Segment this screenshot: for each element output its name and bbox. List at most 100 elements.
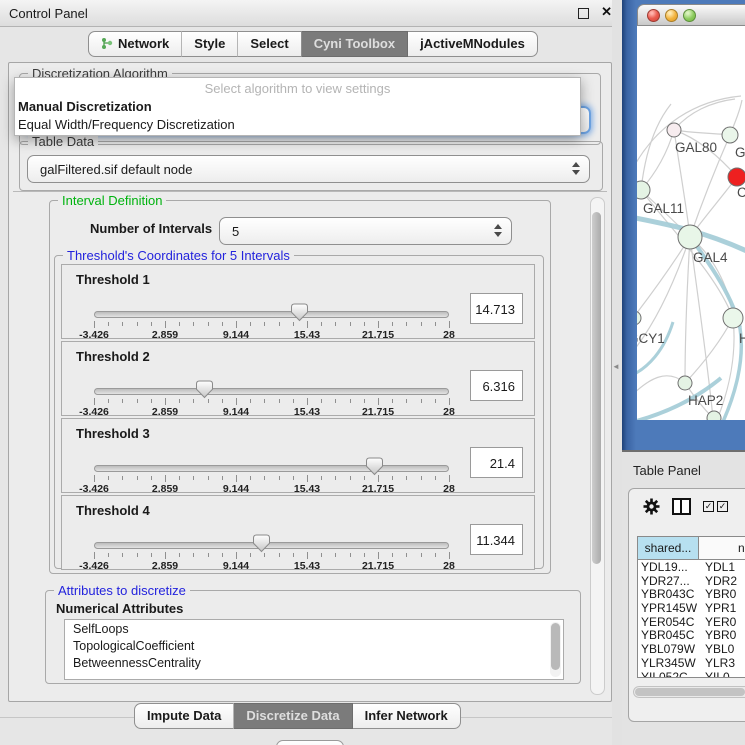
- node-table: shared... na YDL19...YDL1YDR27...YDR2YBR…: [637, 536, 745, 678]
- list-item[interactable]: TopologicalCoefficient: [65, 637, 563, 654]
- tick-label: 15.43: [294, 406, 320, 418]
- threshold-label: Threshold 1: [76, 272, 150, 287]
- table-data-label: Table Data: [28, 134, 98, 149]
- settings-scrollbar-thumb[interactable]: [592, 212, 601, 564]
- split-view-icon[interactable]: [672, 498, 691, 515]
- tick-mark: [250, 553, 251, 557]
- tab-jactivemnodules[interactable]: jActiveMNodules: [408, 31, 538, 57]
- list-item[interactable]: SelfLoops: [65, 620, 563, 637]
- tab-select[interactable]: Select: [238, 31, 301, 57]
- settings-scrollbar[interactable]: [590, 197, 605, 695]
- node-label: GCY1: [637, 331, 665, 346]
- network-node[interactable]: [637, 181, 650, 199]
- cell-name: YDR2: [705, 574, 745, 588]
- network-node[interactable]: [723, 308, 743, 328]
- algorithm-dropdown-popup: Select algorithm to view settings Manual…: [14, 77, 581, 136]
- threshold-slider[interactable]: -3.4262.8599.14415.4321.71528: [94, 386, 449, 412]
- tab-network[interactable]: Network: [88, 31, 182, 57]
- threshold-value-field[interactable]: 14.713: [470, 293, 523, 324]
- network-window-titlebar: [637, 4, 745, 26]
- slider-track: [94, 542, 449, 549]
- threshold-label: Threshold 4: [76, 503, 150, 518]
- threshold-value-field[interactable]: 11.344: [470, 524, 523, 555]
- tick-mark: [222, 399, 223, 403]
- numerical-attributes-list[interactable]: SelfLoopsTopologicalCoefficientBetweenne…: [64, 619, 564, 680]
- tab-style[interactable]: Style: [182, 31, 238, 57]
- table-hscrollbar[interactable]: [633, 686, 745, 698]
- network-canvas[interactable]: GAL80GACGAL11GAL4GCY1HHAP2: [637, 26, 745, 420]
- checkbox-icon[interactable]: ✓: [703, 501, 714, 512]
- slider-track: [94, 465, 449, 472]
- table-row[interactable]: YER054CYER0: [638, 615, 745, 629]
- network-node[interactable]: [722, 127, 738, 143]
- table-row[interactable]: YPR145WYPR1: [638, 601, 745, 615]
- table-row[interactable]: YIL052CYIL0: [638, 670, 745, 679]
- table-data-combobox[interactable]: galFiltered.sif default node: [27, 155, 590, 183]
- table-panel-titlebar: Table Panel: [622, 450, 745, 487]
- list-item[interactable]: BetweennessCentrality: [65, 654, 563, 671]
- cell-name: YBL0: [705, 642, 745, 656]
- threshold-slider[interactable]: -3.4262.8599.14415.4321.71528: [94, 540, 449, 566]
- network-node[interactable]: [678, 376, 692, 390]
- tick-mark: [307, 475, 308, 482]
- number-of-intervals-combobox[interactable]: 5: [219, 217, 512, 245]
- table-hscrollbar-thumb[interactable]: [635, 688, 745, 696]
- slider-tick-labels: -3.4262.8599.14415.4321.71528: [94, 406, 449, 418]
- tick-mark: [165, 475, 166, 482]
- threshold-slider[interactable]: -3.4262.8599.14415.4321.71528: [94, 463, 449, 489]
- gear-icon[interactable]: [643, 498, 660, 515]
- list-scrollbar-thumb[interactable]: [551, 623, 560, 670]
- tab-infer-network[interactable]: Infer Network: [353, 703, 461, 729]
- table-row[interactable]: YDL19...YDL1: [638, 560, 745, 574]
- threshold-slider[interactable]: -3.4262.8599.14415.4321.71528: [94, 309, 449, 335]
- tick-mark: [335, 322, 336, 326]
- minimize-traffic-light-icon[interactable]: [665, 9, 678, 22]
- tab-label: Discretize Data: [246, 708, 339, 723]
- network-node[interactable]: [728, 168, 745, 186]
- table-row[interactable]: YBL079WYBL0: [638, 642, 745, 656]
- panel-splitter[interactable]: [612, 0, 622, 745]
- slider-ticks: [94, 552, 449, 560]
- tick-mark: [94, 552, 95, 559]
- checkbox-icon[interactable]: ✓: [717, 501, 728, 512]
- table-row[interactable]: YDR27...YDR2: [638, 574, 745, 588]
- column-header-name[interactable]: na: [699, 537, 745, 559]
- table-row[interactable]: YBR043CYBR0: [638, 587, 745, 601]
- tick-label: 28: [443, 483, 455, 495]
- splitter-collapse-icon[interactable]: ◄: [612, 362, 620, 371]
- table-row[interactable]: YBR045CYBR0: [638, 628, 745, 642]
- tick-mark: [406, 399, 407, 403]
- tick-mark: [122, 322, 123, 326]
- threshold-value-field[interactable]: 6.316: [470, 370, 523, 401]
- tab-impute-data[interactable]: Impute Data: [134, 703, 234, 729]
- tick-mark: [449, 321, 450, 328]
- table-row[interactable]: YLR345WYLR3: [638, 656, 745, 670]
- close-traffic-light-icon[interactable]: [647, 9, 660, 22]
- cell-name: YBR0: [705, 628, 745, 642]
- tick-mark: [392, 322, 393, 326]
- threshold-value-field[interactable]: 21.4: [470, 447, 523, 478]
- apply-button[interactable]: Apply: [276, 740, 344, 745]
- tick-mark: [179, 322, 180, 326]
- tick-mark: [435, 476, 436, 480]
- close-icon[interactable]: ✕: [601, 4, 612, 20]
- cell-shared-name: YPR145W: [638, 601, 705, 615]
- algorithm-option-manual[interactable]: Manual Discretization: [15, 98, 580, 116]
- list-scrollbar[interactable]: [550, 622, 561, 677]
- network-node[interactable]: [637, 311, 641, 325]
- network-node[interactable]: [667, 123, 681, 137]
- network-node[interactable]: [678, 225, 702, 249]
- tick-mark: [264, 322, 265, 326]
- tab-cyni-toolbox[interactable]: Cyni Toolbox: [302, 31, 408, 57]
- network-node[interactable]: [707, 411, 721, 420]
- combo-spinner-icon: [572, 162, 580, 175]
- tick-label: -3.426: [79, 406, 109, 418]
- zoom-traffic-light-icon[interactable]: [683, 9, 696, 22]
- float-window-icon[interactable]: [578, 8, 589, 19]
- tab-label: Style: [194, 36, 225, 51]
- algorithm-option-equal-width[interactable]: Equal Width/Frequency Discretization: [15, 116, 580, 134]
- tab-discretize-data[interactable]: Discretize Data: [234, 703, 352, 729]
- column-header-shared-name[interactable]: shared...: [638, 537, 699, 559]
- tick-mark: [392, 553, 393, 557]
- tick-mark: [208, 553, 209, 557]
